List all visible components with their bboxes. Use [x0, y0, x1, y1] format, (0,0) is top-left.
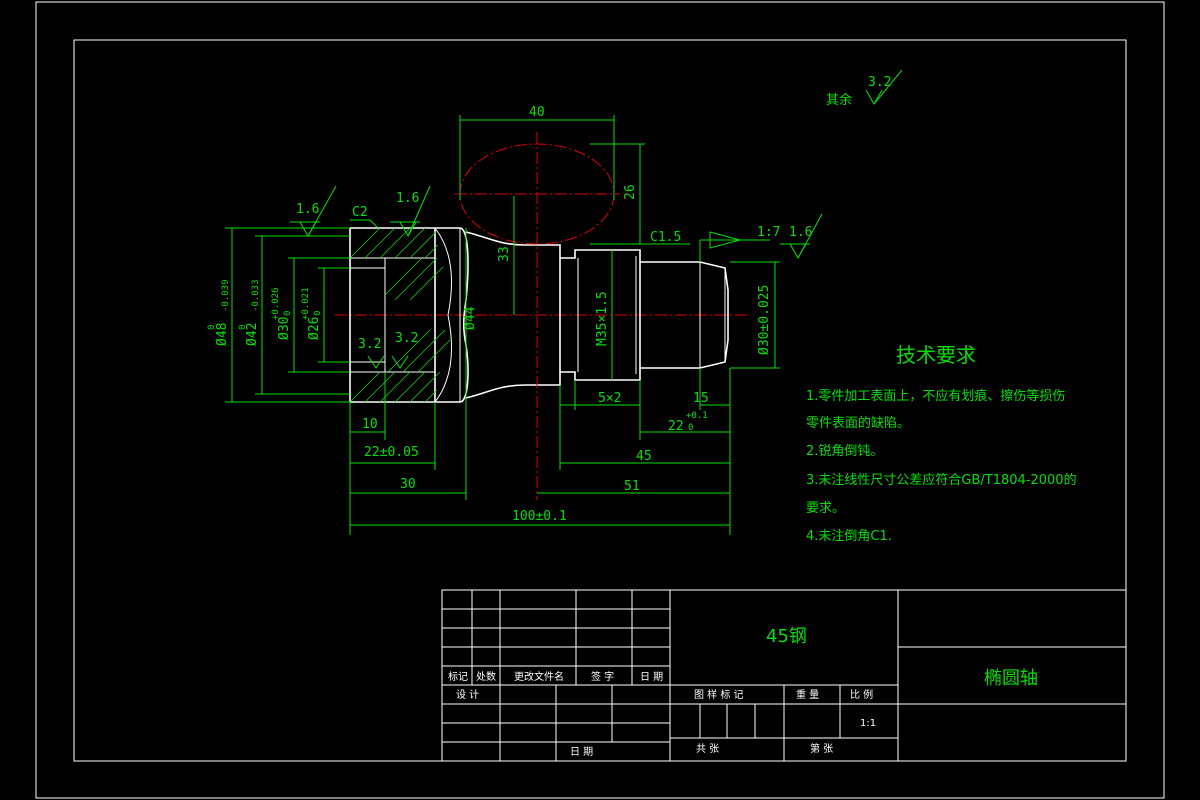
- dim-15: 15: [693, 391, 709, 406]
- dimension-texts: 40 26 33 Ø44 M35×1.5 Ø30±0.025 Ø48 0 -0.…: [207, 75, 891, 524]
- dim-d48: Ø48: [215, 323, 230, 346]
- tb-ratio-label: 比 例: [850, 688, 873, 701]
- other-roughness-label: 其余: [826, 92, 852, 108]
- tech-line-5: 要求。: [806, 501, 845, 516]
- dim-51: 51: [624, 479, 640, 494]
- tb-sheets-total: 共 张: [696, 743, 719, 755]
- label-c15: C1.5: [650, 230, 681, 245]
- roughness-32b: 3.2: [395, 331, 418, 346]
- part-name: 椭圆轴: [984, 668, 1038, 689]
- dim-d26-tol-low: 0: [313, 311, 323, 316]
- dim-45: 45: [636, 449, 652, 464]
- tb-stage: 图 样 标 记: [694, 688, 744, 701]
- tb-ratio: 1:1: [860, 718, 876, 729]
- dim-33: 33: [497, 246, 512, 262]
- dim-d30-right: Ø30±0.025: [757, 285, 772, 355]
- material: 45钢: [766, 626, 807, 647]
- dim-d42-tol-up: 0: [238, 325, 248, 330]
- label-taper: 1:7: [757, 225, 780, 240]
- other-roughness-value: 3.2: [868, 75, 891, 90]
- dim-d48-tol: -0.039: [221, 279, 231, 312]
- shaft-outline: [335, 227, 750, 403]
- dim-d30-tol: +0.026: [271, 287, 281, 320]
- tech-line-6: 4.未注倒角C1.: [806, 529, 892, 544]
- dim-thread: M35×1.5: [595, 291, 610, 346]
- tb-weight: 重 量: [796, 688, 819, 701]
- dim-22-005: 22±0.05: [364, 445, 419, 460]
- tb-design: 设 计: [456, 688, 479, 701]
- tb-date: 日 期: [640, 671, 663, 683]
- roughness-16b: 1.6: [396, 191, 419, 206]
- dim-26: 26: [623, 184, 638, 200]
- tech-line-2: 零件表面的缺陷。: [806, 415, 910, 431]
- dim-d44: Ø44: [463, 306, 478, 330]
- dim-22b: 22: [668, 419, 684, 434]
- dim-10: 10: [362, 417, 378, 432]
- dim-d26-tol: +0.021: [301, 287, 311, 320]
- roughness-32a: 3.2: [358, 337, 381, 352]
- dim-22b-tol-low: 0: [688, 423, 693, 433]
- dim-22b-tol: +0.1: [686, 411, 708, 421]
- tech-line-3: 2.锐角倒钝。: [806, 444, 883, 459]
- tb-date2: 日 期: [570, 746, 593, 758]
- dim-d48-tol-up: 0: [207, 325, 217, 330]
- dim-100: 100±0.1: [512, 509, 567, 524]
- label-c2: C2: [352, 205, 368, 220]
- tb-count: 处数: [476, 670, 496, 683]
- drawing-canvas: 40 26 33 Ø44 M35×1.5 Ø30±0.025 Ø48 0 -0.…: [35, 1, 1165, 799]
- dim-d42-tol: -0.033: [251, 279, 261, 312]
- tb-sheet-no: 第 张: [810, 742, 833, 755]
- dim-d30-tol-low: 0: [283, 311, 293, 316]
- tech-line-4: 3.未注线性尺寸公差应符合GB/T1804-2000的: [806, 472, 1077, 488]
- roughness-16a: 1.6: [296, 202, 319, 217]
- tech-line-1: 1.零件加工表面上，不应有划痕、擦伤等损伤: [806, 388, 1065, 404]
- dim-40: 40: [529, 105, 545, 120]
- tb-sign: 签 字: [591, 670, 614, 683]
- roughness-16c: 1.6: [789, 225, 812, 240]
- technical-requirements: 技术要求 1.零件加工表面上，不应有划痕、擦伤等损伤 零件表面的缺陷。 2.锐角…: [806, 343, 1077, 544]
- tb-mark: 标记: [448, 671, 468, 683]
- tb-doc: 更改文件名: [514, 670, 564, 683]
- dim-30: 30: [400, 477, 416, 492]
- dim-groove: 5×2: [598, 391, 621, 406]
- tech-title: 技术要求: [896, 343, 976, 367]
